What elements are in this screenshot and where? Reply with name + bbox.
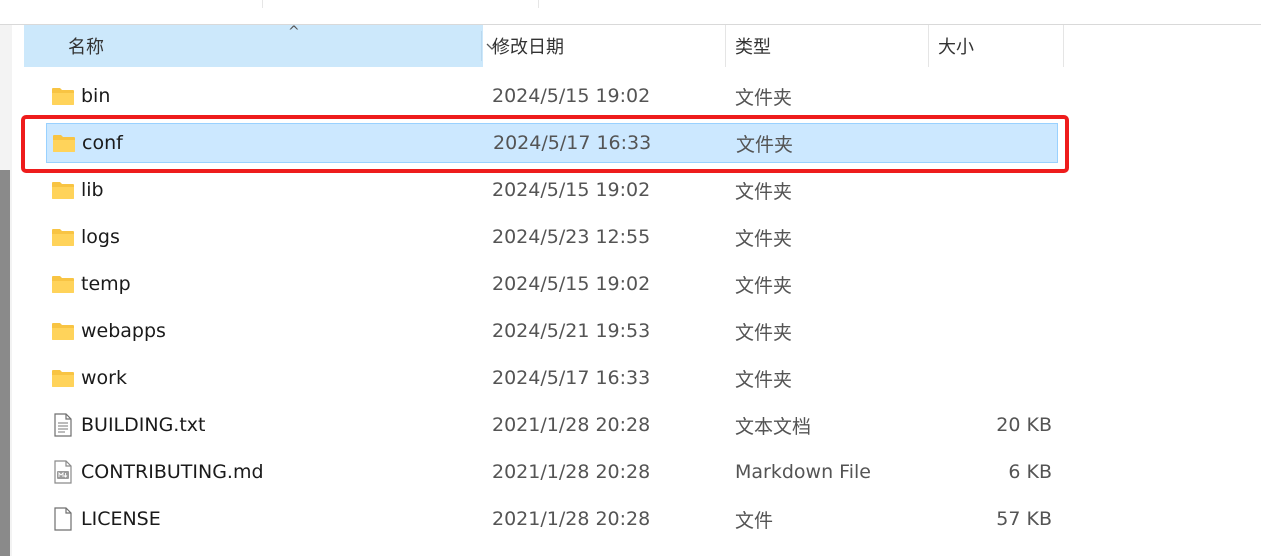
file-size bbox=[897, 124, 1053, 162]
file-row[interactable]: logs 2024/5/23 12:55 文件夹 bbox=[46, 217, 1058, 257]
file-row[interactable]: webapps 2024/5/21 19:53 文件夹 bbox=[46, 311, 1058, 351]
file-name: bin bbox=[81, 85, 111, 107]
column-header-date[interactable]: 修改日期 bbox=[484, 25, 726, 67]
folder-icon bbox=[51, 358, 75, 398]
markdown-file-icon bbox=[51, 452, 75, 492]
column-divider[interactable] bbox=[928, 25, 929, 67]
file-name: BUILDING.txt bbox=[81, 414, 206, 436]
column-divider[interactable] bbox=[725, 25, 726, 67]
file-row[interactable]: work 2024/5/17 16:33 文件夹 bbox=[46, 358, 1058, 398]
file-date: 2024/5/15 19:02 bbox=[492, 85, 651, 107]
column-header-size-label: 大小 bbox=[938, 37, 974, 58]
file-name: logs bbox=[81, 226, 120, 248]
file-date: 2024/5/15 19:02 bbox=[492, 179, 651, 201]
text-file-icon bbox=[51, 405, 75, 445]
toolbar-separator bbox=[262, 0, 263, 8]
folder-icon bbox=[51, 217, 75, 257]
file-date: 2024/5/17 16:33 bbox=[493, 132, 652, 154]
file-type: 文件夹 bbox=[735, 274, 793, 297]
file-size bbox=[896, 170, 1052, 210]
sort-ascending-icon: ^ bbox=[288, 24, 300, 40]
column-header-date-label: 修改日期 bbox=[492, 37, 564, 58]
column-header-name[interactable]: 名称 ^ bbox=[24, 24, 498, 67]
file-row[interactable]: LICENSE 2021/1/28 20:28 文件 57 KB bbox=[46, 499, 1058, 539]
column-divider[interactable] bbox=[1063, 25, 1064, 67]
file-date: 2021/1/28 20:28 bbox=[492, 461, 651, 483]
file-size bbox=[896, 358, 1052, 398]
file-name: lib bbox=[81, 179, 104, 201]
file-name: work bbox=[81, 367, 127, 389]
file-size: 20 KB bbox=[996, 414, 1052, 436]
file-name: LICENSE bbox=[81, 508, 161, 530]
file-row-selected[interactable]: conf 2024/5/17 16:33 文件夹 bbox=[46, 123, 1058, 163]
navigation-pane-scrollbar[interactable] bbox=[0, 170, 10, 556]
file-date: 2024/5/17 16:33 bbox=[492, 367, 651, 389]
file-size: 57 KB bbox=[996, 508, 1052, 530]
file-size bbox=[896, 76, 1052, 116]
file-name: CONTRIBUTING.md bbox=[81, 461, 264, 483]
folder-icon bbox=[51, 311, 75, 351]
file-date: 2024/5/15 19:02 bbox=[492, 273, 651, 295]
file-name: conf bbox=[82, 132, 123, 154]
file-row[interactable]: bin 2024/5/15 19:02 文件夹 bbox=[46, 76, 1058, 116]
column-header-type-label: 类型 bbox=[735, 37, 771, 58]
file-size bbox=[896, 264, 1052, 304]
file-icon bbox=[51, 499, 75, 539]
file-row[interactable]: lib 2024/5/15 19:02 文件夹 bbox=[46, 170, 1058, 210]
file-size: 6 KB bbox=[1008, 461, 1052, 483]
file-date: 2021/1/28 20:28 bbox=[492, 414, 651, 436]
file-type: 文件 bbox=[735, 509, 774, 532]
top-toolbar bbox=[0, 0, 1261, 25]
file-type: 文件夹 bbox=[736, 133, 794, 156]
column-header-type[interactable]: 类型 bbox=[727, 25, 929, 67]
folder-icon bbox=[51, 170, 75, 210]
file-row[interactable]: BUILDING.txt 2021/1/28 20:28 文本文档 20 KB bbox=[46, 405, 1058, 445]
file-row[interactable]: CONTRIBUTING.md 2021/1/28 20:28 Markdown… bbox=[46, 452, 1058, 492]
file-date: 2024/5/21 19:53 bbox=[492, 320, 651, 342]
file-type: 文本文档 bbox=[735, 415, 812, 438]
file-date: 2024/5/23 12:55 bbox=[492, 226, 651, 248]
folder-icon bbox=[51, 76, 75, 116]
file-date: 2021/1/28 20:28 bbox=[492, 508, 651, 530]
toolbar-separator bbox=[538, 0, 539, 8]
column-header-name-label: 名称 bbox=[68, 37, 104, 58]
file-type: Markdown File bbox=[735, 461, 871, 483]
file-type: 文件夹 bbox=[735, 227, 793, 250]
file-name: temp bbox=[81, 273, 131, 295]
column-header-bar: 名称 ^ 修改日期 类型 大小 bbox=[0, 25, 1261, 67]
file-size bbox=[896, 311, 1052, 351]
file-size bbox=[896, 217, 1052, 257]
folder-icon bbox=[52, 124, 76, 162]
file-type: 文件夹 bbox=[735, 86, 793, 109]
file-row[interactable]: temp 2024/5/15 19:02 文件夹 bbox=[46, 264, 1058, 304]
file-type: 文件夹 bbox=[735, 368, 793, 391]
file-type: 文件夹 bbox=[735, 180, 793, 203]
column-header-size[interactable]: 大小 bbox=[930, 25, 1064, 67]
file-type: 文件夹 bbox=[735, 321, 793, 344]
file-name: webapps bbox=[81, 320, 166, 342]
folder-icon bbox=[51, 264, 75, 304]
